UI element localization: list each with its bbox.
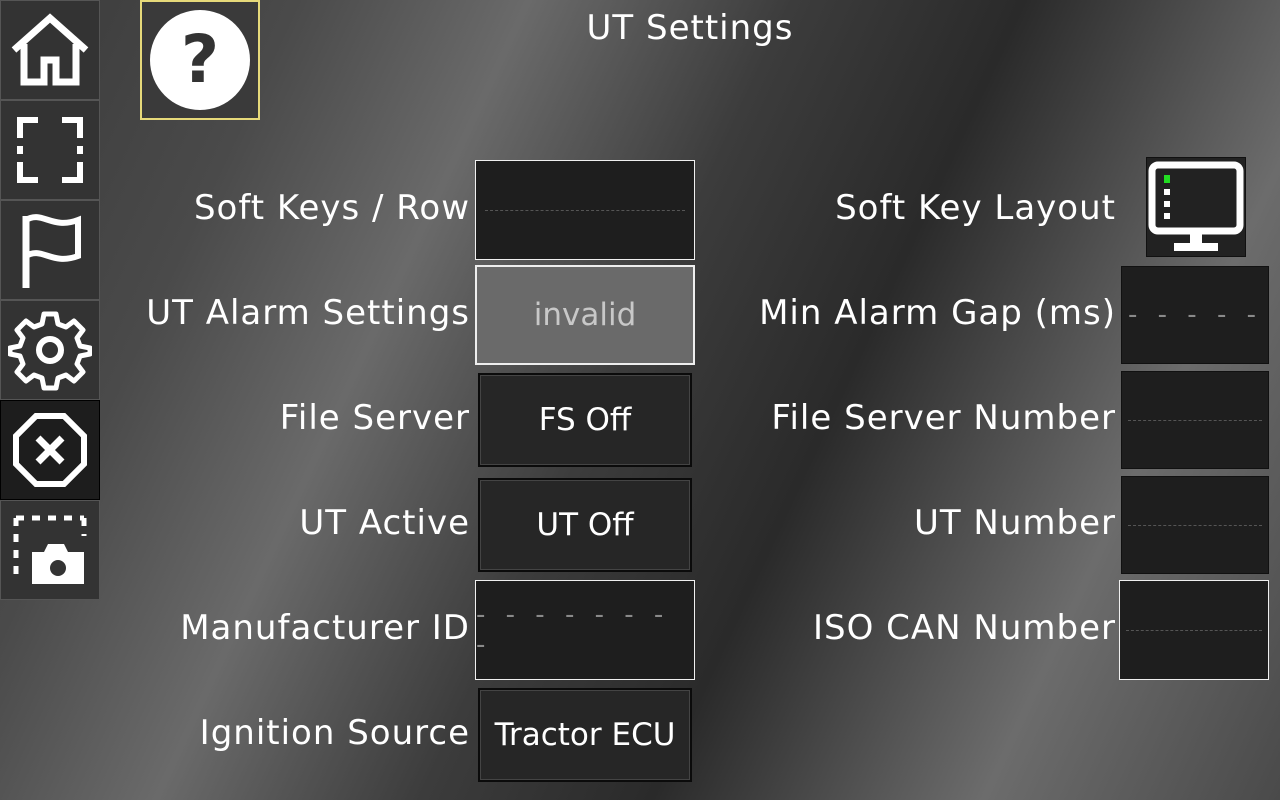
camera-icon	[13, 515, 87, 584]
empty-value-line	[1127, 524, 1263, 526]
file-server-label: File Server	[279, 398, 470, 438]
min-alarm-gap-value: - - - - -	[1128, 300, 1262, 330]
iso-can-number-label: ISO CAN Number	[813, 608, 1116, 648]
nav-screenshot-button[interactable]	[0, 500, 100, 600]
ut-number-field[interactable]	[1121, 476, 1269, 574]
iso-can-number-field[interactable]	[1119, 580, 1269, 680]
nav-home-button[interactable]	[0, 0, 100, 100]
page-title: UT Settings	[586, 8, 794, 48]
empty-value-line	[484, 209, 686, 211]
ut-alarm-settings-label: UT Alarm Settings	[146, 293, 470, 333]
home-icon	[11, 13, 89, 86]
file-server-button[interactable]: FS Off	[478, 373, 692, 467]
flag-icon	[22, 214, 81, 288]
svg-text:?: ?	[181, 21, 219, 98]
empty-value-line	[1127, 419, 1263, 421]
ut-number-label: UT Number	[913, 503, 1116, 543]
soft-keys-row-label: Soft Keys / Row	[193, 188, 470, 228]
soft-key-layout-label: Soft Key Layout	[835, 188, 1116, 228]
manufacturer-id-label: Manufacturer ID	[180, 608, 470, 648]
soft-keys-row-field[interactable]	[475, 160, 695, 260]
close-icon	[13, 413, 87, 487]
gear-icon	[8, 311, 92, 391]
nav-close-button[interactable]	[0, 400, 100, 500]
ignition-source-label: Ignition Source	[199, 713, 470, 753]
manufacturer-id-value: - - - - - - - -	[476, 600, 670, 660]
monitor-icon	[1148, 161, 1244, 251]
fullscreen-icon	[17, 117, 83, 183]
ut-active-label: UT Active	[299, 503, 470, 543]
min-alarm-gap-field[interactable]: - - - - -	[1121, 266, 1269, 364]
empty-value-line	[1125, 629, 1263, 631]
ut-alarm-settings-button[interactable]: invalid	[475, 265, 695, 365]
file-server-number-field[interactable]	[1121, 371, 1269, 469]
min-alarm-gap-label: Min Alarm Gap (ms)	[759, 293, 1116, 333]
help-icon: ?	[150, 10, 250, 110]
nav-fullscreen-button[interactable]	[0, 100, 100, 200]
nav-flag-button[interactable]	[0, 200, 100, 300]
file-server-number-label: File Server Number	[771, 398, 1116, 438]
ignition-source-button[interactable]: Tractor ECU	[478, 688, 692, 782]
manufacturer-id-field[interactable]: - - - - - - - -	[475, 580, 695, 680]
sidebar	[0, 0, 100, 600]
ut-active-button[interactable]: UT Off	[478, 478, 692, 572]
soft-key-layout-button[interactable]	[1146, 157, 1246, 257]
nav-settings-button[interactable]	[0, 300, 100, 400]
help-button[interactable]: ?	[140, 0, 260, 120]
